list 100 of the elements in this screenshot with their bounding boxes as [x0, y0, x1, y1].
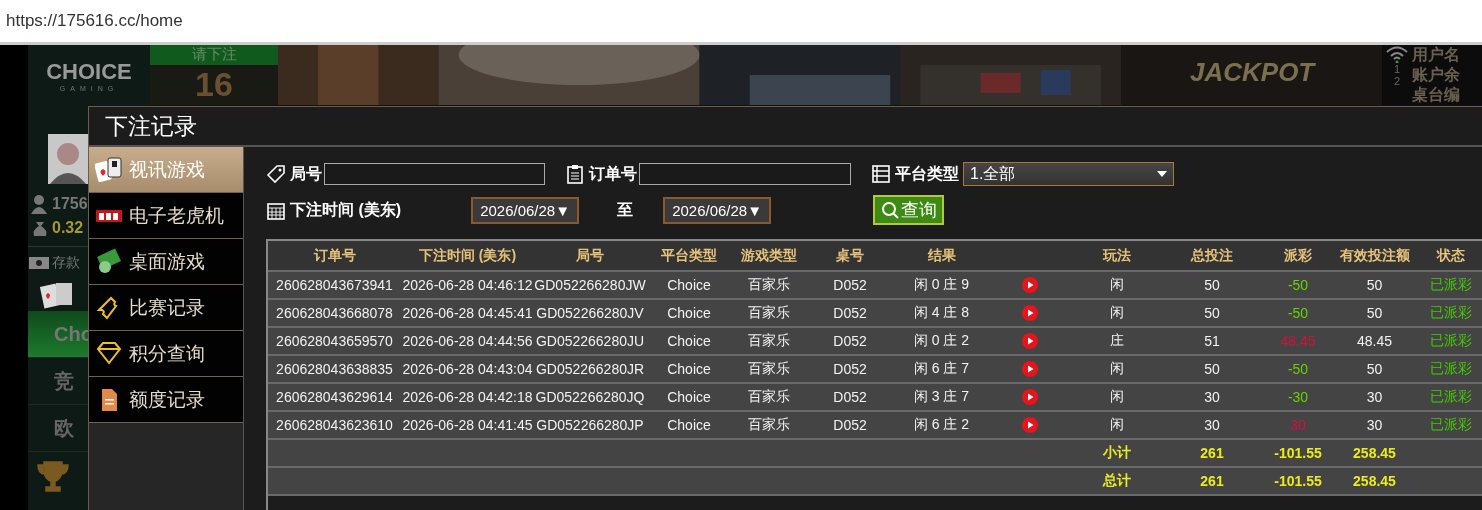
dialog-title: 下注记录 [89, 107, 1482, 147]
play-icon[interactable] [1021, 333, 1038, 349]
table-cell: -30 [1260, 383, 1336, 411]
jackpot-title: JACKPOT [1190, 59, 1315, 85]
table-cell: 闲 0 庄 2 [894, 327, 989, 355]
play-icon[interactable] [1021, 389, 1038, 405]
query-button[interactable]: 查询 [873, 195, 945, 225]
table-cell: 261 [1164, 439, 1260, 467]
sidebar-item[interactable]: 桌面游戏 [89, 239, 243, 285]
play-icon[interactable] [1021, 417, 1038, 433]
info-label: 桌台编 [1412, 85, 1460, 105]
table-cell: GD052266280JU [534, 327, 646, 355]
balance: 0.32 [52, 219, 84, 237]
input-field[interactable] [324, 163, 545, 185]
table-cell: 30 [1164, 383, 1260, 411]
date-picker[interactable]: 2026/06/28▼ [471, 196, 580, 224]
field-label: 订单号 [589, 163, 637, 184]
logo-text: CHOICE [45, 58, 133, 85]
table-cell: 260628043659570 [268, 327, 401, 355]
date-picker[interactable]: 2026/06/28▼ [663, 196, 772, 224]
table-cell: 2026-06-28 04:41:45 [401, 411, 534, 439]
table-cell: 30 [1336, 411, 1413, 439]
table-cell: 已派彩 [1413, 327, 1482, 355]
table-cell: 30 [1336, 383, 1413, 411]
table-cell: 百家乐 [732, 355, 806, 383]
table-cell: 2026-06-28 04:42:18 [401, 383, 534, 411]
cash-icon [95, 247, 123, 276]
cash-icon [28, 255, 50, 271]
sidebar-item[interactable]: 额度记录 [89, 377, 243, 423]
list-icon [871, 164, 891, 184]
sidebar-item[interactable]: 积分查询 [89, 331, 243, 377]
deposit-link[interactable]: 存款 [52, 254, 80, 272]
info-label: 用户名 [1412, 45, 1460, 65]
play-icon[interactable] [1021, 361, 1038, 377]
table-cell: Choice [646, 383, 732, 411]
table-cell: 百家乐 [732, 299, 806, 327]
table-cell: 2026-06-28 04:46:12 [401, 271, 534, 299]
countdown: 16 [195, 65, 233, 103]
input-field[interactable] [639, 163, 851, 185]
table-cell: Choice [646, 355, 732, 383]
sidebar-item[interactable]: 比赛记录 [89, 285, 243, 331]
table-cell: 2026-06-28 04:45:41 [401, 299, 534, 327]
table-cell: 已派彩 [1413, 355, 1482, 383]
search-icon [880, 201, 899, 219]
column-header: 玩法 [1070, 241, 1164, 271]
line-number: 2 [1393, 75, 1401, 87]
table-cell: D052 [806, 411, 894, 439]
table-cell: 30 [1260, 411, 1336, 439]
address-url[interactable]: https://175616.cc/home [6, 11, 183, 31]
table-cell: D052 [806, 299, 894, 327]
table-cell: D052 [806, 271, 894, 299]
column-header: 订单号 [268, 241, 401, 271]
table-cell: D052 [806, 383, 894, 411]
table-cell: 258.45 [1336, 467, 1413, 495]
line-number: 1 [1393, 63, 1401, 75]
clipboard-icon [565, 164, 585, 184]
table-cell: 闲 3 庄 7 [894, 383, 989, 411]
sidebar-item[interactable]: 电子老虎机 [89, 193, 243, 239]
table-cell: GD052266280JP [534, 411, 646, 439]
field-label: 局号 [290, 163, 322, 184]
table-cell: 小计 [1070, 439, 1164, 467]
table-cell: 260628043623610 [268, 411, 401, 439]
column-header: 平台类型 [646, 241, 732, 271]
table-cell: 50 [1336, 271, 1413, 299]
table-cell: 261 [1164, 467, 1260, 495]
table-cell: GD052266280JV [534, 299, 646, 327]
table-cell: 闲 4 庄 8 [894, 299, 989, 327]
table-cell: 闲 0 庄 9 [894, 271, 989, 299]
table-cell: D052 [806, 355, 894, 383]
table-cell: -50 [1260, 271, 1336, 299]
avatar-icon [48, 134, 88, 184]
table-cell: 闲 6 庄 7 [894, 355, 989, 383]
table-cell: 50 [1164, 355, 1260, 383]
column-header: 结果 [894, 241, 989, 271]
table-cell: 50 [1164, 271, 1260, 299]
table-cell: -101.55 [1260, 439, 1336, 467]
platform-dropdown[interactable]: 1.全部 [963, 162, 1174, 186]
table-cell: 30 [1164, 411, 1260, 439]
table-cell: GD052266280JW [534, 271, 646, 299]
column-header: 有效投注额 [1336, 241, 1413, 271]
trophy-icon [36, 460, 70, 492]
table-cell: 百家乐 [732, 271, 806, 299]
cards-icon [95, 155, 123, 184]
table-cell: 已派彩 [1413, 383, 1482, 411]
table-cell: 闲 [1070, 299, 1164, 327]
table-cell: 260628043629614 [268, 383, 401, 411]
column-header: 派彩 [1260, 241, 1336, 271]
play-icon[interactable] [1021, 277, 1038, 293]
calendar-icon [266, 200, 286, 220]
table-cell: 闲 [1070, 355, 1164, 383]
column-header: 下注时间 (美东) [401, 241, 534, 271]
table-cell: 总计 [1070, 467, 1164, 495]
table-cell: 闲 [1070, 271, 1164, 299]
table-cell: 50 [1336, 355, 1413, 383]
table-cell: 50 [1164, 299, 1260, 327]
play-icon[interactable] [1021, 305, 1038, 321]
table-cell: 258.45 [1336, 439, 1413, 467]
field-label: 平台类型 [895, 163, 959, 184]
table-cell: -50 [1260, 299, 1336, 327]
table-cell: Choice [646, 299, 732, 327]
